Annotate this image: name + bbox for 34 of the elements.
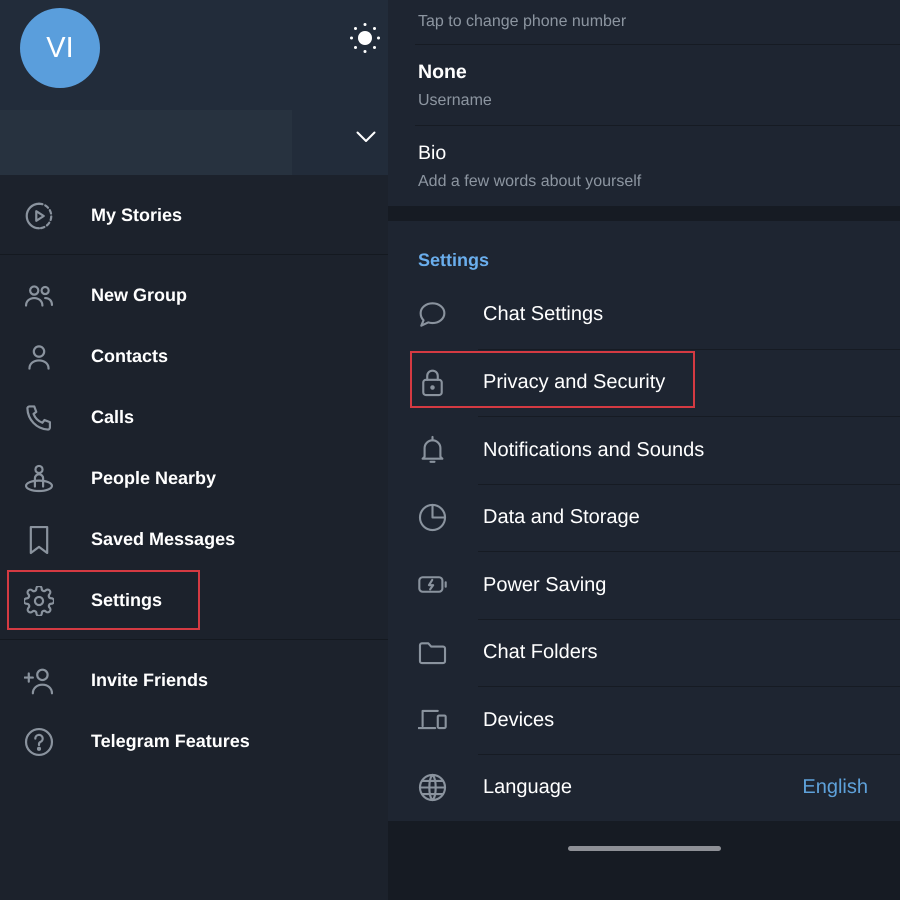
option-row[interactable]: Privacy and Security bbox=[388, 348, 900, 416]
language-value: English bbox=[802, 776, 868, 800]
option-row[interactable]: Data and Storage bbox=[388, 484, 900, 551]
option-row[interactable]: Chat Settings bbox=[388, 281, 900, 348]
bio-label: Bio bbox=[418, 142, 448, 164]
add-person-icon bbox=[24, 666, 54, 696]
option-row[interactable]: Notifications and Sounds bbox=[388, 416, 900, 484]
sun-icon[interactable] bbox=[350, 23, 380, 53]
field-caption: Username bbox=[418, 92, 493, 110]
field-caption: Add a few words about yourself bbox=[418, 172, 642, 190]
drawer-menu-item[interactable]: New Group bbox=[0, 265, 388, 326]
play-circle-icon bbox=[24, 200, 54, 230]
option-row[interactable]: Devices bbox=[388, 686, 900, 754]
drawer-menu-item[interactable]: Saved Messages bbox=[0, 509, 388, 570]
phone-icon bbox=[24, 402, 54, 432]
option-row[interactable]: Power Saving bbox=[388, 551, 900, 618]
settings-icon bbox=[24, 586, 54, 616]
question-circle-icon bbox=[24, 726, 54, 756]
drawer-menu-item[interactable]: Calls bbox=[0, 387, 388, 448]
username-value: None bbox=[418, 60, 468, 84]
pie-chart-icon bbox=[418, 502, 447, 532]
drawer-menu-item[interactable]: Invite Friends bbox=[0, 650, 388, 711]
drawer-menu-item[interactable]: Telegram Features bbox=[0, 711, 388, 772]
chevron-down-icon[interactable] bbox=[356, 131, 376, 143]
phone-hint: Tap to change phone number bbox=[415, 0, 900, 45]
option-row[interactable]: Chat Folders bbox=[388, 618, 900, 686]
drawer-menu-item[interactable]: My Stories bbox=[0, 185, 388, 246]
drawer-menu-item[interactable]: People Nearby bbox=[0, 448, 388, 509]
speech-bubble-icon bbox=[418, 300, 447, 330]
drawer-menu-item[interactable]: Contacts bbox=[0, 326, 388, 387]
globe-icon bbox=[418, 772, 447, 802]
drawer-menu-item[interactable]: Settings bbox=[0, 570, 388, 631]
person-on-ring-icon bbox=[24, 464, 54, 494]
section-title: Settings bbox=[417, 249, 490, 272]
